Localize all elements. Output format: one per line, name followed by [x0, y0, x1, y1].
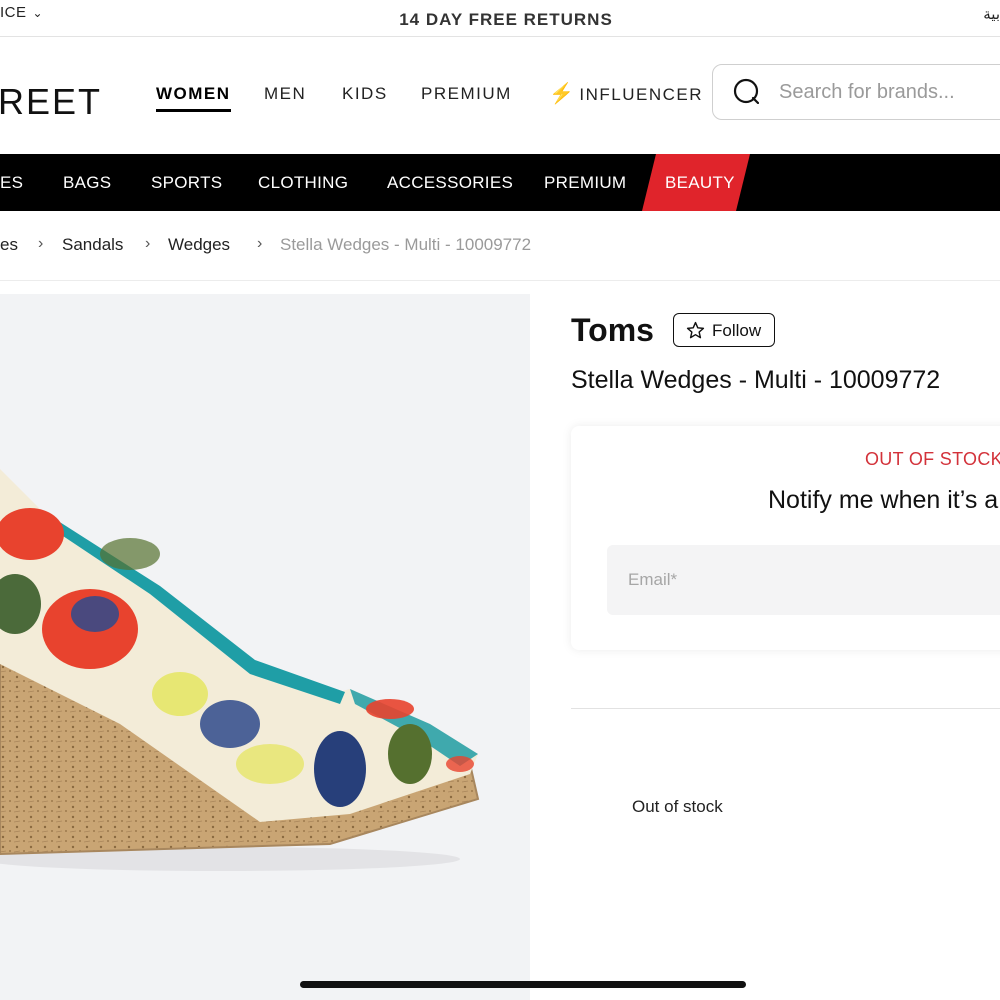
follow-button[interactable]: Follow	[673, 313, 775, 347]
top-promo-bar: ICE ⌄ 14 DAY FREE RETURNS بية	[0, 0, 1000, 37]
category-premium[interactable]: PREMIUM	[544, 173, 626, 193]
category-bar: ES BAGS SPORTS CLOTHING ACCESSORIES PREM…	[0, 154, 1000, 211]
out-of-stock-label: OUT OF STOCK	[865, 449, 1000, 469]
search-input[interactable]	[777, 75, 1000, 109]
site-logo[interactable]: REET	[0, 81, 102, 123]
chevron-right-icon: ›	[257, 235, 263, 252]
section-divider	[571, 708, 1000, 709]
product-brand[interactable]: Toms	[571, 312, 654, 349]
nav-influencer-label: INFLUENCER	[579, 85, 704, 104]
nav-kids[interactable]: KIDS	[342, 84, 388, 104]
shoe-illustration	[0, 469, 480, 871]
lightning-bolt-icon: ⚡	[549, 83, 576, 105]
nav-women-label: WOMEN	[156, 84, 231, 103]
promo-banner: 14 DAY FREE RETURNS	[399, 10, 613, 29]
breadcrumb-divider	[0, 280, 1000, 281]
category-clothing[interactable]: CLOTHING	[258, 173, 348, 193]
chevron-right-icon: ›	[38, 235, 44, 252]
search-icon	[733, 78, 759, 104]
email-field[interactable]	[607, 545, 1000, 615]
chevron-right-icon: ›	[145, 235, 151, 252]
breadcrumb: es › Sandals › Wedges › Stella Wedges - …	[0, 235, 1000, 255]
home-indicator[interactable]	[300, 981, 746, 988]
stock-status: Out of stock	[632, 797, 723, 816]
notify-card: OUT OF STOCK Notify me when it’s a	[571, 426, 1000, 650]
category-accessories[interactable]: ACCESSORIES	[387, 173, 513, 193]
category-bags[interactable]: BAGS	[63, 173, 111, 193]
language-switch-arabic[interactable]: بية	[983, 5, 1000, 23]
search-box[interactable]	[712, 64, 1000, 120]
breadcrumb-item[interactable]: es	[0, 235, 18, 255]
nav-premium[interactable]: PREMIUM	[421, 84, 512, 104]
category-shoes[interactable]: ES	[0, 173, 23, 193]
nav-women[interactable]: WOMEN	[156, 84, 231, 112]
breadcrumb-current: Stella Wedges - Multi - 10009772	[280, 235, 532, 254]
breadcrumb-item[interactable]: Wedges	[168, 235, 230, 255]
active-nav-underline	[156, 109, 231, 112]
product-image[interactable]	[0, 294, 530, 1000]
site-header: REET WOMEN MEN KIDS PREMIUM ⚡ INFLUENCER	[0, 37, 1000, 154]
category-sports[interactable]: SPORTS	[151, 173, 222, 193]
nav-men[interactable]: MEN	[264, 84, 306, 104]
star-icon	[686, 321, 705, 339]
follow-label: Follow	[712, 321, 762, 340]
category-beauty[interactable]: BEAUTY	[665, 173, 735, 193]
breadcrumb-item[interactable]: Sandals	[62, 235, 123, 255]
product-title: Stella Wedges - Multi - 10009772	[571, 366, 941, 394]
nav-influencer[interactable]: ⚡ INFLUENCER	[549, 81, 703, 106]
notify-heading: Notify me when it’s a	[768, 486, 999, 514]
